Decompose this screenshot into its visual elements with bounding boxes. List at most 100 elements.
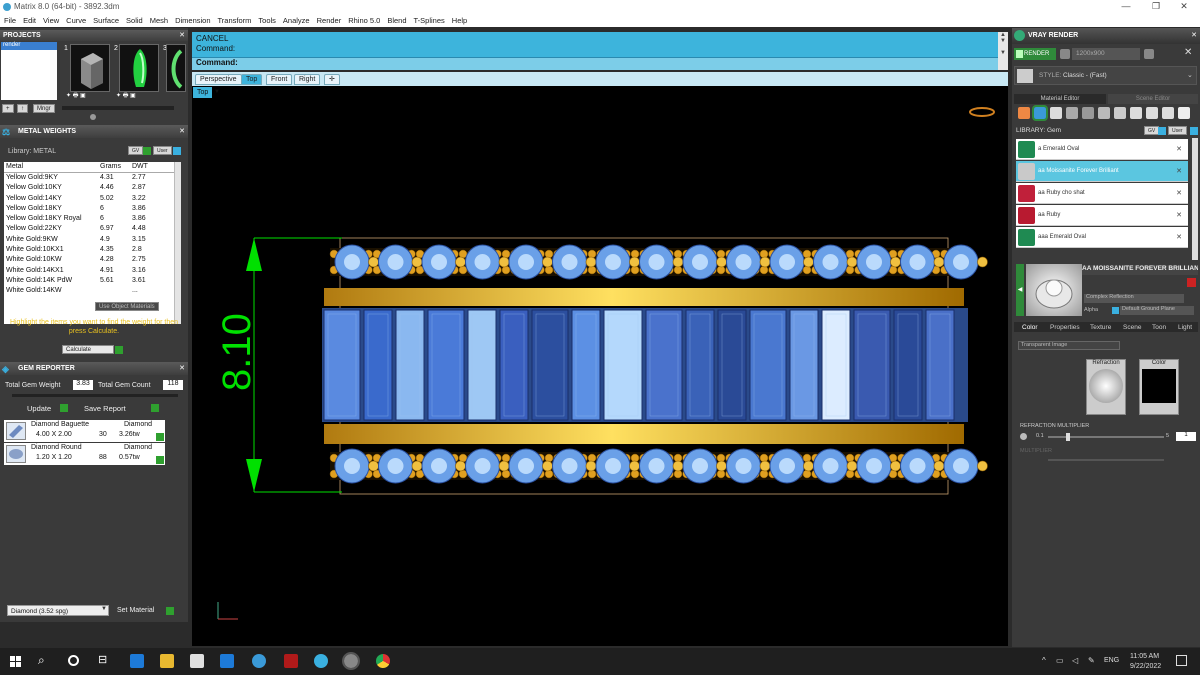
table-row[interactable]: Yellow Gold:14KY 5.02 3.22 (4, 193, 174, 203)
command-area[interactable]: CANCEL Command: Command: ▲ ▼ ▼ (192, 32, 1008, 70)
menu-tsplines[interactable]: T-Splines (414, 16, 445, 25)
command-scrollbar[interactable]: ▲ ▼ ▼ (998, 32, 1008, 70)
tab-right[interactable]: Right (294, 74, 321, 85)
add-project-button[interactable]: + (2, 104, 14, 113)
app-icon-red[interactable] (284, 654, 298, 668)
copy-icon[interactable] (1146, 107, 1158, 119)
set-material-button[interactable]: Set Material (117, 607, 154, 614)
ring-orientation-icon[interactable] (969, 107, 995, 117)
thumb-buttons[interactable]: ✦ 🖶 ▣ (66, 91, 86, 99)
menu-dimension[interactable]: Dimension (175, 16, 210, 25)
table-row[interactable]: White Gold:10KW 4.28 2.75 (4, 255, 174, 265)
chrome-icon[interactable] (376, 654, 390, 668)
tab-perspective[interactable]: Perspective (195, 74, 242, 85)
clock-date[interactable]: 9/22/2022 (1130, 663, 1161, 670)
notifications-icon[interactable] (1176, 655, 1187, 666)
table-row[interactable]: White Gold:14KW... (4, 286, 174, 296)
table-row[interactable]: Yellow Gold:18KY 6 3.86 (4, 203, 174, 213)
maximize-icon[interactable]: ❐ (1142, 0, 1170, 13)
menu-rhino[interactable]: Rhino 5.0 (348, 16, 380, 25)
table-row[interactable]: Yellow Gold:9KY 4.31 2.77 (4, 172, 174, 182)
project-list[interactable]: render (1, 42, 57, 100)
gv-button[interactable]: GV (128, 146, 144, 155)
delete-icon[interactable] (1187, 278, 1196, 287)
app-icon-blue[interactable] (314, 654, 328, 668)
material-list-item[interactable]: aa Ruby cho shat ✕ (1016, 183, 1188, 204)
menu-solid[interactable]: Solid (126, 16, 143, 25)
slider-handle[interactable] (1066, 433, 1070, 441)
language-indicator[interactable]: ENG (1104, 657, 1119, 664)
table-row[interactable]: White Gold:14KX1 4.91 3.16 (4, 265, 174, 275)
color-swatch[interactable]: Color (1139, 359, 1179, 415)
sphere-icon[interactable] (1050, 107, 1062, 119)
project-thumbnail[interactable] (119, 44, 159, 92)
tab-front[interactable]: Front (266, 74, 293, 85)
checker-icon[interactable] (1114, 107, 1126, 119)
info-icon[interactable] (173, 147, 181, 155)
remove-material-icon[interactable]: ✕ (1176, 145, 1182, 153)
menu-mesh[interactable]: Mesh (150, 16, 168, 25)
close-icon[interactable]: ✕ (179, 362, 185, 375)
user-button[interactable]: User (153, 146, 172, 155)
gem-row[interactable]: Diamond Baguette Diamond 4.00 X 2.00 30 … (4, 420, 165, 442)
minimize-icon[interactable]: — (1112, 0, 1140, 13)
paste-icon[interactable] (1162, 107, 1174, 119)
menu-edit[interactable]: Edit (23, 16, 36, 25)
file-explorer-icon[interactable] (160, 654, 174, 668)
tab-texture[interactable]: Texture (1090, 324, 1111, 331)
menu-blend[interactable]: Blend (387, 16, 406, 25)
cortana-icon[interactable] (68, 655, 79, 666)
thumb-buttons[interactable]: ✦ 🖶 ▣ (116, 91, 136, 99)
menu-file[interactable]: File (4, 16, 16, 25)
material-list-item[interactable]: aa Ruby ✕ (1016, 205, 1188, 226)
menu-surface[interactable]: Surface (93, 16, 119, 25)
store-icon[interactable] (190, 654, 204, 668)
settings-icon[interactable] (1144, 49, 1154, 59)
project-thumbnail[interactable] (70, 44, 110, 92)
remove-material-icon[interactable]: ✕ (1176, 211, 1182, 219)
menu-tools[interactable]: Tools (258, 16, 276, 25)
tab-toon[interactable]: Toon (1152, 324, 1166, 331)
material-select[interactable]: Diamond (3.52 spg) (7, 605, 109, 616)
preview-collapse-icon[interactable]: ◀ (1016, 264, 1024, 316)
gem-row[interactable]: Diamond Round Diamond 1.20 X 1.20 88 0.5… (4, 443, 165, 465)
clock-time[interactable]: 11:05 AM (1130, 653, 1159, 660)
menu-view[interactable]: View (43, 16, 59, 25)
mail-icon[interactable] (220, 654, 234, 668)
material-list-item[interactable]: aa Moissanite Forever Brilliant ✕ (1016, 161, 1188, 182)
toggle-icon[interactable] (1158, 127, 1166, 135)
save-report-go-icon[interactable] (151, 404, 159, 412)
table-scrollbar[interactable] (174, 162, 181, 324)
pen-icon[interactable]: ✎ (1088, 656, 1095, 665)
matrix-app-icon[interactable] (342, 652, 360, 670)
globe-app-icon[interactable] (252, 654, 266, 668)
remove-material-icon[interactable]: ✕ (1176, 233, 1182, 241)
chevron-down-icon[interactable]: ▼ (101, 606, 107, 612)
gem-go-icon[interactable] (156, 433, 164, 441)
refraction-swatch[interactable]: Refraction (1086, 359, 1126, 415)
gv-button[interactable]: GV (1144, 126, 1160, 135)
texture-icon[interactable] (1066, 107, 1078, 119)
tab-properties[interactable]: Properties (1050, 324, 1080, 331)
user-button[interactable]: User (1168, 126, 1187, 135)
multiplier-value[interactable]: 1 (1176, 432, 1196, 441)
slider-handle[interactable] (90, 114, 96, 120)
alpha-toggle-icon[interactable] (1112, 307, 1119, 314)
menu-analyze[interactable]: Analyze (283, 16, 310, 25)
style-selector[interactable]: STYLE: Classic - (Fast) ⌄ (1014, 66, 1197, 85)
viewport[interactable]: Top ▼ 8.10 (192, 86, 1008, 646)
project-thumbnail[interactable] (166, 44, 186, 92)
task-view-icon[interactable]: ⊟ (98, 653, 107, 666)
layers-icon[interactable] (1130, 107, 1142, 119)
command-input[interactable]: Command: (196, 58, 238, 67)
calculate-button[interactable]: Calculate (62, 345, 114, 354)
table-row[interactable]: Yellow Gold:22KY 6.97 4.48 (4, 224, 174, 234)
material-list-scrollbar[interactable] (1192, 138, 1198, 260)
windows-start-icon[interactable] (10, 656, 21, 667)
flame-icon[interactable] (1018, 107, 1030, 119)
transparent-image-select[interactable]: Transparent Image (1018, 341, 1120, 350)
menu-transform[interactable]: Transform (218, 16, 252, 25)
save-report-button[interactable]: Save Report (84, 404, 126, 413)
ground-plane-select[interactable]: Default Ground Plane (1120, 306, 1194, 315)
tray-chevron-icon[interactable]: ^ (1042, 656, 1046, 665)
